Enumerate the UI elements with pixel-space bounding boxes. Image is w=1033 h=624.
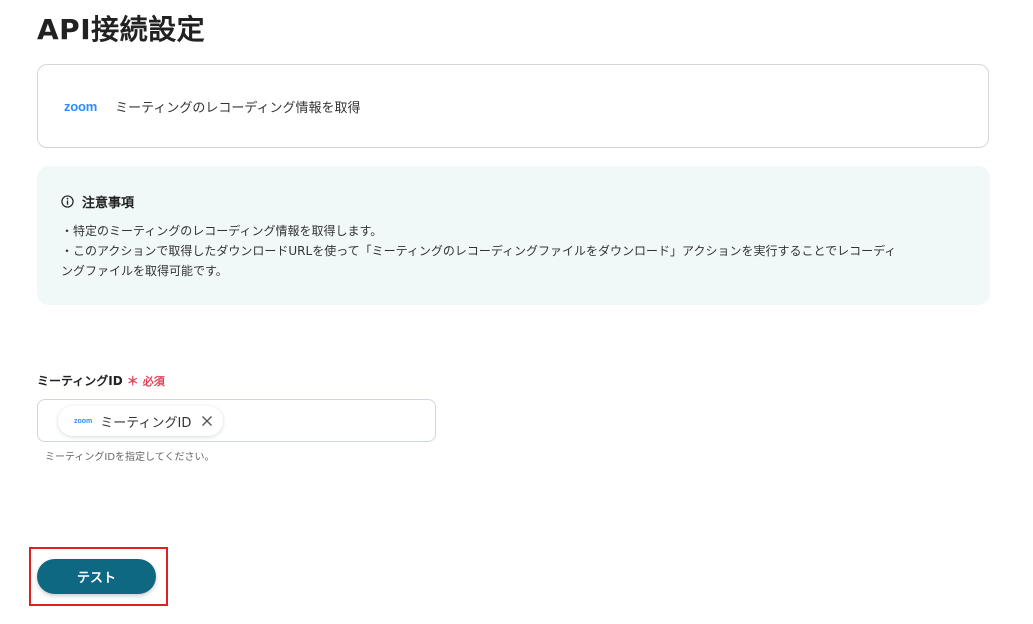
page-title: API接続設定 (37, 13, 206, 46)
close-icon[interactable] (201, 415, 213, 427)
action-card[interactable]: zoom ミーティングのレコーディング情報を取得 (37, 64, 989, 148)
notice-line: ・このアクションで取得したダウンロードURLを使って「ミーティングのレコーディン… (61, 244, 897, 258)
field-help-text: ミーティングIDを指定してください。 (45, 452, 215, 463)
chip-label: ミーティングID (100, 415, 192, 431)
notice-line: ングファイルを取得可能です。 (61, 264, 228, 278)
action-label: ミーティングのレコーディング情報を取得 (115, 100, 361, 116)
variable-chip[interactable]: zoom ミーティングID (58, 406, 224, 436)
notice-title: 注意事項 (82, 196, 135, 211)
meeting-id-field-label: ミーティングID ＊ 必須 (37, 372, 165, 389)
zoom-logo: zoom (64, 98, 98, 114)
notice-text: ・特定のミーティングのレコーディング情報を取得します。 ・このアクションで取得し… (61, 221, 966, 281)
test-button[interactable]: テスト (37, 559, 156, 594)
required-text: 必須 (142, 374, 165, 388)
field-label-text: ミーティングID (37, 374, 123, 388)
notice-heading: 注意事項 (61, 192, 966, 211)
notice-box: 注意事項 ・特定のミーティングのレコーディング情報を取得します。 ・このアクショ… (37, 166, 990, 305)
meeting-id-input[interactable]: zoom ミーティングID (37, 399, 436, 442)
required-asterisk: ＊ (126, 374, 139, 388)
info-icon (61, 195, 74, 208)
zoom-logo-small: zoom (74, 417, 93, 425)
notice-line: ・特定のミーティングのレコーディング情報を取得します。 (61, 224, 383, 238)
